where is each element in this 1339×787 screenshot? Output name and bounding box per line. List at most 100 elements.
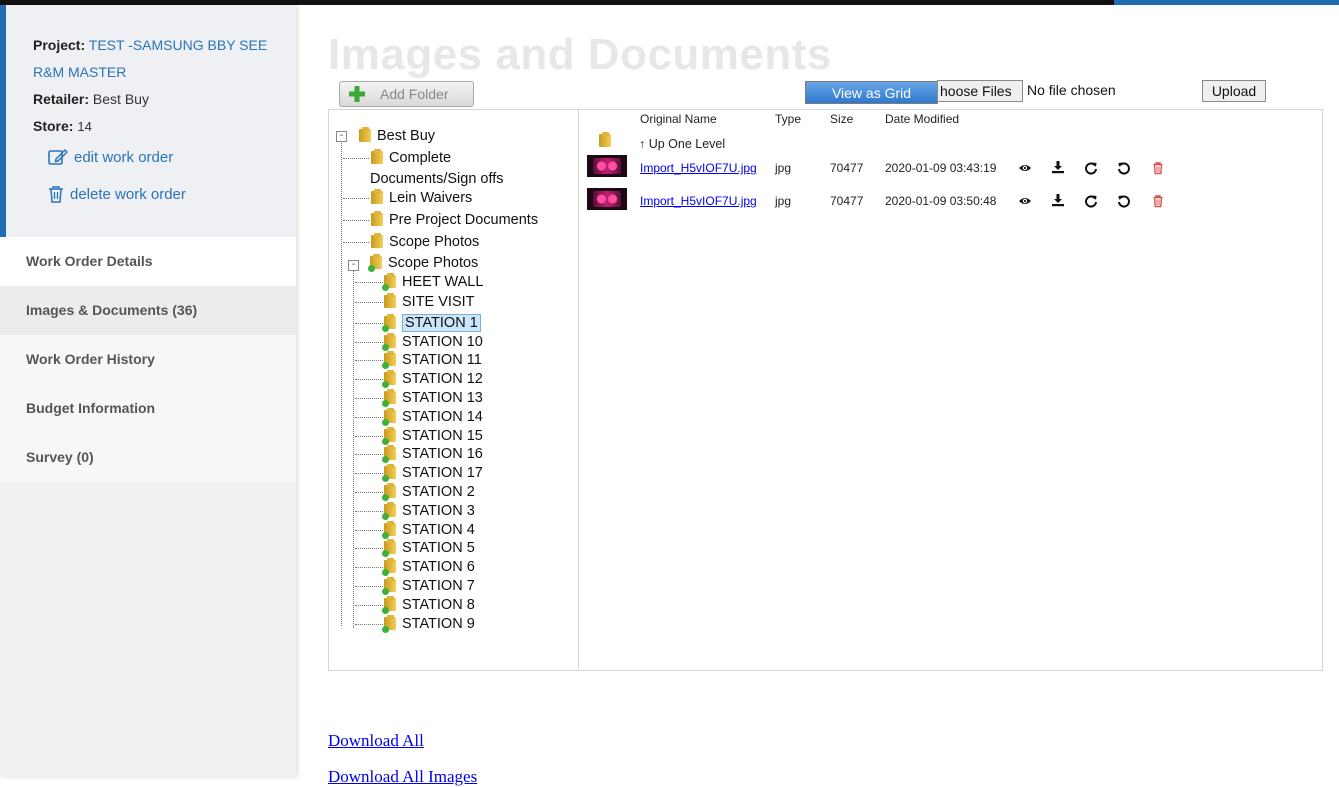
- choose-files-button[interactable]: hoose Files: [937, 80, 1023, 102]
- retailer-label: Retailer:: [33, 91, 90, 107]
- folder-icon: [368, 254, 382, 272]
- tree-line: [355, 492, 383, 493]
- tree-node-label: STATION 2: [402, 484, 475, 500]
- tree-node-heet-wall[interactable]: HEET WALL: [382, 273, 483, 291]
- tree-line: [355, 282, 383, 283]
- tree-node-complete-documents[interactable]: Complete: [371, 149, 451, 167]
- file-thumbnail[interactable]: [587, 188, 627, 210]
- view-as-grid-button[interactable]: View as Grid: [805, 81, 938, 104]
- folder-icon: [382, 445, 396, 463]
- tree-node-site-visit[interactable]: SITE VISIT: [384, 293, 475, 311]
- nav-survey[interactable]: Survey (0): [0, 433, 296, 482]
- nav-budget-information[interactable]: Budget Information: [0, 384, 296, 433]
- sidebar: Project: TEST -SAMSUNG BBY SEE R&M MASTE…: [0, 5, 296, 777]
- nav-work-order-history[interactable]: Work Order History: [0, 335, 296, 384]
- file-thumbnail[interactable]: [587, 155, 627, 177]
- tree-node-station-4[interactable]: STATION 4: [382, 521, 475, 539]
- nav-images-documents[interactable]: Images & Documents (36): [0, 286, 296, 335]
- tree-node-station-12[interactable]: STATION 12: [382, 370, 483, 388]
- project-row-cont: R&M MASTER: [33, 59, 126, 86]
- rotate-left-icon[interactable]: [1117, 161, 1131, 175]
- tree-node-label: STATION 15: [402, 428, 483, 444]
- collapse-scope-photos-toggle[interactable]: -: [348, 260, 359, 271]
- project-link-cont[interactable]: R&M MASTER: [33, 64, 126, 80]
- tree-node-label: Best Buy: [377, 128, 436, 144]
- folder-icon: [382, 314, 396, 332]
- tree-node-station-7[interactable]: STATION 7: [382, 577, 475, 595]
- add-folder-button[interactable]: Add Folder: [339, 81, 474, 107]
- folder-icon: [382, 539, 396, 557]
- upload-button[interactable]: Upload: [1202, 80, 1266, 102]
- delete-icon[interactable]: [1151, 194, 1165, 208]
- folder-tree: - - Best Buy Complete Documents/Sign off…: [329, 110, 579, 670]
- delete-work-order-link[interactable]: delete work order: [48, 185, 186, 203]
- download-all-images-link[interactable]: Download All Images: [328, 767, 477, 787]
- tree-node-pre-project-documents[interactable]: Pre Project Documents: [371, 211, 538, 229]
- folder-icon: [382, 558, 396, 576]
- plus-icon: [349, 86, 365, 102]
- page-title: Images and Documents: [328, 30, 832, 79]
- download-icon[interactable]: [1051, 193, 1065, 207]
- tree-node-station-2[interactable]: STATION 2: [382, 483, 475, 501]
- delete-icon[interactable]: [1151, 161, 1165, 175]
- tree-node-label: STATION 7: [402, 578, 475, 594]
- tree-node-station-6[interactable]: STATION 6: [382, 558, 475, 576]
- folder-icon: [382, 333, 396, 351]
- tree-node-station-14[interactable]: STATION 14: [382, 408, 483, 426]
- rotate-right-icon[interactable]: [1084, 194, 1098, 208]
- tree-node-station-16[interactable]: STATION 16: [382, 445, 483, 463]
- store-value: 14: [77, 119, 92, 134]
- header-size[interactable]: Size: [830, 112, 853, 126]
- tree-line: [355, 605, 383, 606]
- tree-node-station-3[interactable]: STATION 3: [382, 502, 475, 520]
- file-name-link[interactable]: Import_H5vIOF7U.jpg: [640, 161, 757, 175]
- tree-line: [343, 242, 369, 243]
- tree-node-station-5[interactable]: STATION 5: [382, 539, 475, 557]
- tree-node-scope-photos[interactable]: Scope Photos: [371, 233, 479, 251]
- tree-node-label: Scope Photos: [389, 234, 480, 250]
- project-link[interactable]: TEST -SAMSUNG BBY SEE: [89, 37, 267, 53]
- tree-line: [355, 360, 383, 361]
- rotate-left-icon[interactable]: [1117, 194, 1131, 208]
- edit-icon: [48, 148, 68, 165]
- tree-node-station-11[interactable]: STATION 11: [382, 351, 482, 369]
- view-icon[interactable]: [1018, 194, 1032, 208]
- folder-icon: [382, 596, 396, 614]
- edit-work-order-link[interactable]: edit work order: [48, 148, 173, 166]
- tree-line: [355, 398, 383, 399]
- tree-node-station-17[interactable]: STATION 17: [382, 464, 483, 482]
- tree-node-station-1[interactable]: STATION 1: [382, 314, 481, 332]
- file-size: 70477: [830, 161, 864, 175]
- tree-node-lein-waivers[interactable]: Lein Waivers: [371, 189, 472, 207]
- download-all-link[interactable]: Download All: [328, 731, 424, 751]
- tree-node-complete-documents-cont[interactable]: Documents/Sign offs: [370, 170, 504, 188]
- top-bar-accent: [1114, 0, 1339, 5]
- download-icon[interactable]: [1051, 160, 1065, 174]
- header-type[interactable]: Type: [775, 112, 801, 126]
- rotate-right-icon[interactable]: [1084, 161, 1098, 175]
- tree-node-station-13[interactable]: STATION 13: [382, 389, 483, 407]
- tree-line: [353, 270, 354, 628]
- tree-node-label: Documents/Sign offs: [370, 171, 504, 187]
- tree-node-scope-photos-expanded[interactable]: Scope Photos: [368, 254, 478, 272]
- folder-icon: [382, 464, 396, 482]
- tree-node-best-buy[interactable]: Best Buy: [359, 127, 435, 145]
- view-icon[interactable]: [1018, 161, 1032, 175]
- tree-node-station-10[interactable]: STATION 10: [382, 333, 483, 351]
- file-manager: - - Best Buy Complete Documents/Sign off…: [328, 109, 1323, 671]
- folder-icon: [382, 521, 396, 539]
- tree-node-station-15[interactable]: STATION 15: [382, 427, 483, 445]
- trash-icon: [49, 186, 63, 203]
- nav-work-order-details[interactable]: Work Order Details: [0, 237, 296, 286]
- collapse-root-toggle[interactable]: -: [336, 131, 347, 142]
- up-one-level-link[interactable]: ↑ Up One Level: [639, 137, 725, 151]
- tree-line: [355, 302, 383, 303]
- tree-line: [355, 417, 383, 418]
- header-date-modified[interactable]: Date Modified: [885, 112, 959, 126]
- file-name-link[interactable]: Import_H5vIOF7U.jpg: [640, 194, 757, 208]
- tree-node-station-9[interactable]: STATION 9: [382, 615, 475, 633]
- tree-node-label: STATION 16: [402, 446, 483, 462]
- header-original-name[interactable]: Original Name: [640, 112, 717, 126]
- tree-line: [355, 548, 383, 549]
- tree-node-station-8[interactable]: STATION 8: [382, 596, 475, 614]
